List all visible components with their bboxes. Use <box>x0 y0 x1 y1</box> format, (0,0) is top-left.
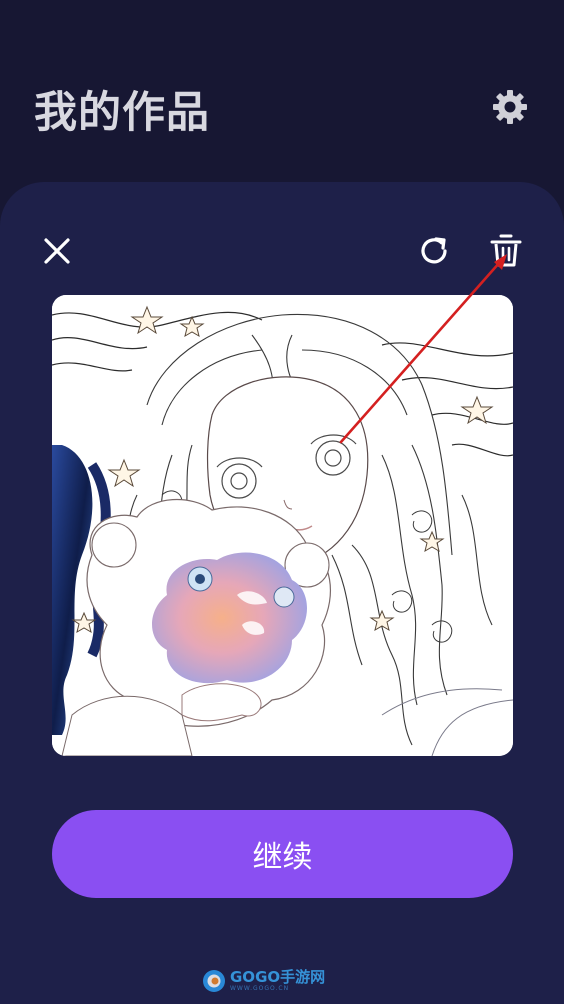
close-button[interactable] <box>36 230 78 272</box>
watermark-site: WWW.GOGO.CN <box>230 985 290 992</box>
redo-button[interactable] <box>414 230 456 272</box>
continue-button[interactable]: 继续 <box>52 810 513 898</box>
watermark-logo: GOGO手游网 WWW.GOGO.CN <box>202 966 325 996</box>
header: 我的作品 <box>0 0 564 182</box>
delete-button[interactable] <box>485 230 527 272</box>
close-icon <box>44 238 70 264</box>
gear-icon <box>493 90 527 124</box>
trash-icon <box>490 234 522 267</box>
coloring-artwork <box>52 295 513 756</box>
screen: 我的作品 继续 GOGO手游网 WWW.GOGO.CN <box>0 0 564 1004</box>
settings-button[interactable] <box>489 86 531 128</box>
gogo-logo-icon <box>203 970 225 992</box>
page-title: 我的作品 <box>34 88 210 138</box>
watermark-brand: GOGO手游网 <box>230 968 326 986</box>
artwork-image[interactable] <box>52 295 513 756</box>
redo-icon <box>421 237 447 264</box>
